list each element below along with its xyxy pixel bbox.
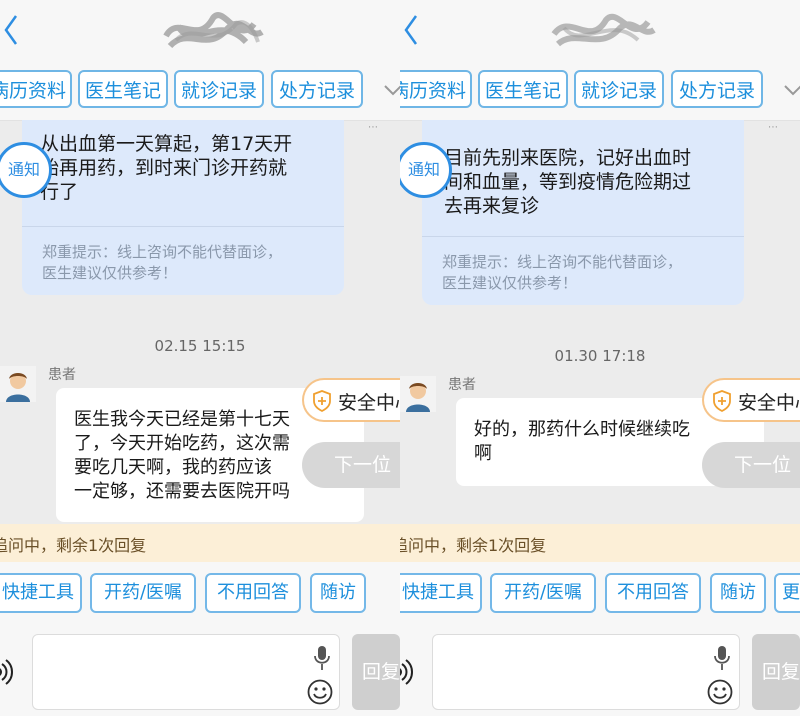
corner-thumbnail: ⋯: [768, 122, 778, 133]
notice-line: 目前先别来医院，记好出血时: [444, 147, 692, 169]
prescribe-button[interactable]: 开药/医嘱: [90, 573, 196, 613]
reply-button[interactable]: 回复: [352, 634, 400, 710]
safety-center-label: 安全中心: [738, 392, 800, 414]
sender-label: 患者: [448, 377, 476, 393]
left-screenshot: 病历资料 医生笔记 就诊记录 处方记录 从出血第一天算起，第17天开 始再用药，…: [0, 0, 400, 716]
chevron-down-icon[interactable]: [782, 80, 800, 100]
chevron-down-icon[interactable]: [382, 80, 400, 100]
tab-prescription-records[interactable]: 处方记录: [671, 70, 763, 108]
tab-medical-records[interactable]: 病历资料: [400, 70, 472, 108]
message-input[interactable]: [432, 634, 740, 710]
header: [0, 0, 400, 62]
prescribe-button[interactable]: 开药/医嘱: [490, 573, 596, 613]
header: [400, 0, 800, 62]
follow-up-visit-button[interactable]: 随访: [310, 573, 366, 613]
notice-line: 间和血量，等到疫情危险期过: [444, 171, 692, 193]
voice-icon[interactable]: [400, 658, 416, 686]
shield-icon: [713, 390, 731, 412]
safety-center-button[interactable]: 安全中心: [702, 378, 800, 422]
disclaimer: 郑重提示：线上咨询不能代替面诊， 医生建议仅供参考！: [442, 252, 742, 294]
notice-text: 目前先别来医院，记好出血时 间和血量，等到疫情危险期过 去再来复诊: [444, 146, 740, 218]
notice-line: 去再来复诊: [444, 195, 540, 217]
followup-text: 追问中，剩余1次回复: [0, 536, 147, 555]
redacted-name-scribble: [551, 13, 656, 47]
sender-label: 患者: [48, 367, 76, 383]
safety-center-label: 安全中心: [338, 392, 400, 414]
message-input[interactable]: [32, 634, 340, 710]
disclaimer-line: 郑重提示：线上咨询不能代替面诊，: [42, 243, 283, 261]
input-row: 回复: [400, 628, 800, 716]
tab-doctor-notes[interactable]: 医生笔记: [478, 70, 568, 108]
back-icon[interactable]: [402, 12, 422, 48]
divider: [22, 226, 344, 227]
followup-status-bar: 追问中，剩余1次回复: [0, 524, 400, 562]
mic-icon[interactable]: [713, 645, 731, 671]
notice-line: 行了: [40, 181, 79, 203]
no-answer-button[interactable]: 不用回答: [205, 573, 301, 613]
tab-medical-records[interactable]: 病历资料: [0, 70, 72, 108]
disclaimer: 郑重提示：线上咨询不能代替面诊， 医生建议仅供参考！: [42, 242, 342, 284]
quick-tools-button[interactable]: 快捷工具: [0, 573, 82, 613]
safety-center-button[interactable]: 安全中心: [302, 378, 400, 422]
emoji-icon[interactable]: [707, 679, 733, 705]
next-patient-button[interactable]: 下一位: [702, 442, 800, 488]
notice-text: 从出血第一天算起，第17天开 始再用药，到时来门诊开药就 行了: [40, 132, 340, 204]
record-tabs: 病历资料 医生笔记 就诊记录 处方记录: [0, 62, 400, 121]
redacted-name-scribble: [163, 12, 264, 49]
notice-line: 从出血第一天算起，第17天开: [40, 133, 293, 155]
followup-status-bar: 追问中，剩余1次回复: [400, 524, 800, 562]
quick-actions-bar: 更多 快捷工具 开药/医嘱 不用回答 随访 更多: [400, 562, 800, 628]
emoji-icon[interactable]: [307, 679, 333, 705]
corner-thumbnail: ⋯: [368, 122, 378, 133]
tab-visit-records[interactable]: 就诊记录: [574, 70, 664, 108]
notice-card: 从出血第一天算起，第17天开 始再用药，到时来门诊开药就 行了 郑重提示：线上咨…: [22, 120, 344, 295]
disclaimer-line: 医生建议仅供参考！: [442, 274, 578, 292]
voice-icon[interactable]: [0, 658, 16, 686]
no-answer-button[interactable]: 不用回答: [605, 573, 701, 613]
record-tabs: 病历资料 医生笔记 就诊记录 处方记录: [400, 62, 800, 121]
disclaimer-line: 郑重提示：线上咨询不能代替面诊，: [442, 253, 683, 271]
more-button[interactable]: 更多: [774, 573, 800, 613]
notice-card: 目前先别来医院，记好出血时 间和血量，等到疫情危险期过 去再来复诊 郑重提示：线…: [422, 120, 744, 305]
mic-icon[interactable]: [313, 645, 331, 671]
quick-tools-button[interactable]: 快捷工具: [400, 573, 482, 613]
tab-doctor-notes[interactable]: 医生笔记: [78, 70, 168, 108]
avatar-icon[interactable]: [0, 366, 36, 402]
shield-icon: [313, 390, 331, 412]
input-row: 回复: [0, 628, 400, 716]
avatar-icon[interactable]: [400, 376, 436, 412]
disclaimer-line: 医生建议仅供参考！: [42, 264, 178, 282]
quick-actions-bar: 快捷工具 开药/医嘱 不用回答 随访: [0, 562, 400, 628]
tab-prescription-records[interactable]: 处方记录: [271, 70, 363, 108]
follow-up-visit-button[interactable]: 随访: [710, 573, 766, 613]
reply-button[interactable]: 回复: [752, 634, 800, 710]
right-screenshot: 病历资料 医生笔记 就诊记录 处方记录 目前先别来医院，记好出血时 间和血量，等…: [400, 0, 800, 716]
notice-line: 始再用药，到时来门诊开药就: [40, 157, 288, 179]
followup-text: 追问中，剩余1次回复: [400, 536, 547, 555]
message-timestamp: 02.15 15:15: [154, 337, 246, 355]
back-icon[interactable]: [2, 12, 22, 48]
next-patient-button[interactable]: 下一位: [302, 442, 400, 488]
tab-visit-records[interactable]: 就诊记录: [174, 70, 264, 108]
divider: [422, 236, 744, 237]
message-timestamp: 01.30 17:18: [554, 347, 646, 365]
